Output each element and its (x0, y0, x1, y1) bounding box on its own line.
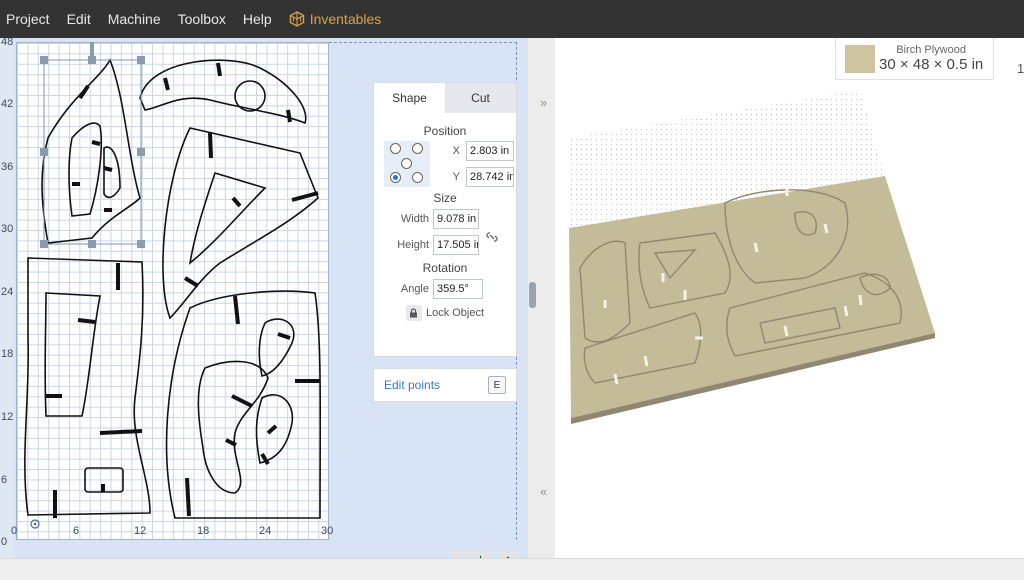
brand-logo[interactable]: Inventables (289, 11, 382, 27)
inventables-cube-icon (289, 11, 304, 27)
shape-piece-3-hole (188, 172, 267, 265)
tab-shape[interactable]: Shape (374, 83, 445, 113)
width-input[interactable]: 9.078 in (433, 209, 479, 229)
tab-cut[interactable]: Cut (445, 83, 516, 113)
anchor-center[interactable] (401, 158, 412, 169)
edit-points-shortcut: E (488, 376, 506, 394)
y-input[interactable]: 28.742 in (466, 167, 514, 187)
angle-input[interactable]: 359.5° (433, 279, 483, 299)
zoom-controls: − + (449, 550, 491, 558)
y-label: Y (452, 171, 460, 183)
menu-bar: Project Edit Machine Toolbox Help Invent… (0, 0, 1024, 38)
height-input[interactable]: 17.505 in (433, 235, 479, 255)
divider-handle[interactable] (529, 282, 536, 308)
angle-label: Angle (400, 283, 429, 295)
material-extra-label: 1 (1017, 61, 1024, 76)
x-input[interactable]: 2.803 in (466, 141, 514, 161)
brand-name: Inventables (309, 11, 382, 27)
menu-machine[interactable]: Machine (108, 11, 161, 27)
anchor-top-right[interactable] (412, 143, 423, 154)
status-bar (0, 558, 1024, 580)
shape-piece-3 (162, 127, 319, 320)
lock-icon (410, 308, 418, 318)
menu-project[interactable]: Project (6, 11, 50, 27)
3d-preview-render (569, 90, 935, 424)
3d-preview[interactable] (555, 38, 1024, 558)
width-label: Width (400, 213, 429, 225)
lock-object-label: Lock Object (425, 307, 485, 319)
origin-icon (30, 519, 40, 529)
height-label: Height (397, 239, 429, 251)
material-swatch (845, 44, 875, 73)
material-name: Birch Plywood (896, 44, 966, 56)
shape-piece-5-hole (258, 318, 295, 377)
lock-object-toggle[interactable]: Lock Object (374, 305, 516, 321)
anchor-top-left[interactable] (390, 143, 401, 154)
shape-piece-1 (41, 58, 141, 244)
shape-piece-5 (165, 290, 322, 519)
size-title: Size (433, 191, 457, 205)
edit-points-label: Edit points (384, 378, 441, 392)
shape-piece-2-hole (234, 80, 266, 112)
shape-piece-1-hole (68, 122, 103, 217)
x-label: X (452, 145, 460, 157)
position-title: Position (423, 124, 467, 138)
shape-panel: Shape Cut Position X 2.803 in Y 28.742 i… (373, 82, 517, 357)
material-dimensions: 30 × 48 × 0.5 in (879, 56, 984, 73)
anchor-selector (384, 141, 430, 187)
chevron-double-right-icon[interactable]: » (540, 95, 547, 110)
home-button[interactable] (497, 550, 519, 558)
shape-piece-1-hole-2 (103, 146, 121, 199)
shape-piece-2 (139, 59, 307, 125)
anchor-bottom-right[interactable] (412, 172, 423, 183)
chevron-double-left-icon[interactable]: « (540, 484, 547, 499)
edit-points-button[interactable]: Edit points E (373, 368, 517, 402)
anchor-bottom-left[interactable] (390, 172, 401, 183)
rotation-title: Rotation (422, 261, 468, 275)
link-aspect-icon[interactable] (484, 229, 500, 250)
shape-piece-5-hole-2 (197, 360, 269, 494)
menu-help[interactable]: Help (243, 11, 272, 27)
panel-tabs: Shape Cut (374, 83, 516, 113)
menu-edit[interactable]: Edit (67, 11, 91, 27)
material-selector[interactable]: Birch Plywood 30 × 48 × 0.5 in (835, 38, 994, 80)
menu-toolbox[interactable]: Toolbox (178, 11, 226, 27)
